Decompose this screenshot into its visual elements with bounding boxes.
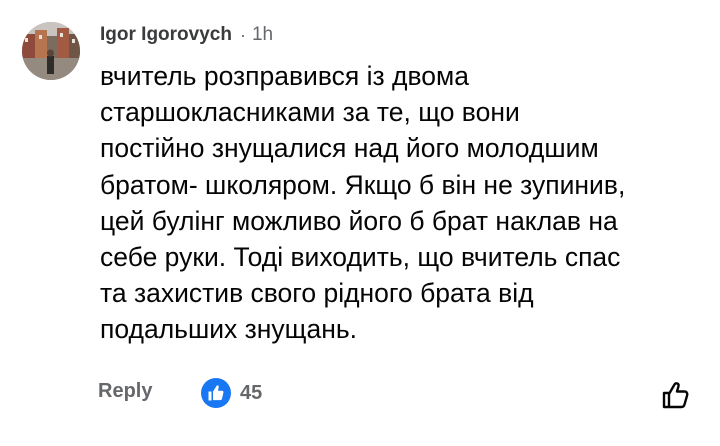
comment-timestamp[interactable]: 1h xyxy=(252,24,273,46)
comment-header: Igor Igorovych · 1h xyxy=(100,22,273,48)
comment-text: вчитель розправився із двома старшокласн… xyxy=(100,61,626,345)
reply-button[interactable]: Reply xyxy=(98,380,152,403)
reaction-count: 45 xyxy=(240,381,263,404)
thumbs-up-icon xyxy=(201,378,231,408)
like-button[interactable] xyxy=(660,379,692,411)
meta-separator: · xyxy=(239,24,246,45)
author-name[interactable]: Igor Igorovych xyxy=(100,24,232,46)
thumbs-up-outline-icon xyxy=(662,382,689,409)
reaction-summary[interactable]: 45 xyxy=(201,378,262,408)
avatar-photo xyxy=(22,22,80,80)
avatar[interactable] xyxy=(22,22,80,80)
